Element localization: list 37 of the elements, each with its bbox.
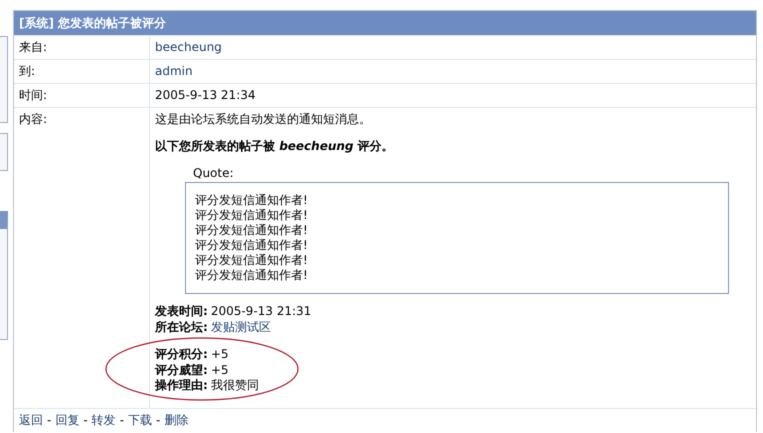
value-link[interactable]: admin bbox=[155, 64, 193, 78]
value-link[interactable]: 发贴测试区 bbox=[210, 320, 271, 334]
quote-line: 评分发短信通知作者! bbox=[195, 193, 309, 208]
field-value: 2005-9-13 21:31 bbox=[210, 304, 312, 318]
detail-label: 操作理由: bbox=[155, 378, 208, 392]
field-value: 2005-9-13 21:34 bbox=[155, 88, 256, 102]
field-label: 内容: bbox=[19, 112, 48, 126]
field-label: 到: bbox=[19, 64, 36, 78]
detail-label: 发表时间: bbox=[155, 304, 208, 318]
quote-line: 评分发短信通知作者! bbox=[195, 238, 309, 253]
quote-label: Quote: bbox=[192, 165, 235, 182]
quote-line: 评分发短信通知作者! bbox=[195, 253, 309, 268]
detail-label: 评分威望: bbox=[155, 362, 208, 376]
detail-label: 评分积分: bbox=[155, 347, 208, 361]
footer-link[interactable]: 回复 bbox=[55, 412, 80, 428]
separator-text: - bbox=[47, 412, 52, 428]
footer-link[interactable]: 返回 bbox=[19, 412, 43, 428]
message-title: [系统] 您发表的帖子被评分 bbox=[14, 11, 756, 35]
sidebar-panel bbox=[0, 133, 8, 171]
footer-link[interactable]: 下载 bbox=[128, 412, 152, 428]
field-value: +5 bbox=[210, 362, 229, 376]
field-label: 时间: bbox=[19, 88, 48, 102]
field-value: +5 bbox=[210, 347, 229, 361]
field-label: 来自: bbox=[19, 40, 48, 54]
footer-link[interactable]: 删除 bbox=[164, 412, 188, 428]
message-text: 这是由论坛系统自动发送的通知短消息。 bbox=[155, 111, 372, 128]
quote-line: 评分发短信通知作者! bbox=[195, 208, 309, 223]
footer-link[interactable]: 转发 bbox=[92, 412, 116, 428]
detail-label: 所在论坛: bbox=[155, 320, 208, 334]
separator-text: - bbox=[83, 412, 88, 428]
separator-text: - bbox=[156, 412, 160, 428]
quote-line: 评分发短信通知作者! bbox=[195, 223, 309, 238]
value-link[interactable]: beecheung bbox=[155, 40, 222, 54]
quote-line: 评分发短信通知作者! bbox=[195, 268, 309, 283]
separator-text: - bbox=[120, 412, 124, 428]
field-value: 我很赞同 bbox=[210, 378, 259, 392]
message-text: 以下您所发表的帖子被 beecheung 评分。 bbox=[155, 138, 395, 155]
